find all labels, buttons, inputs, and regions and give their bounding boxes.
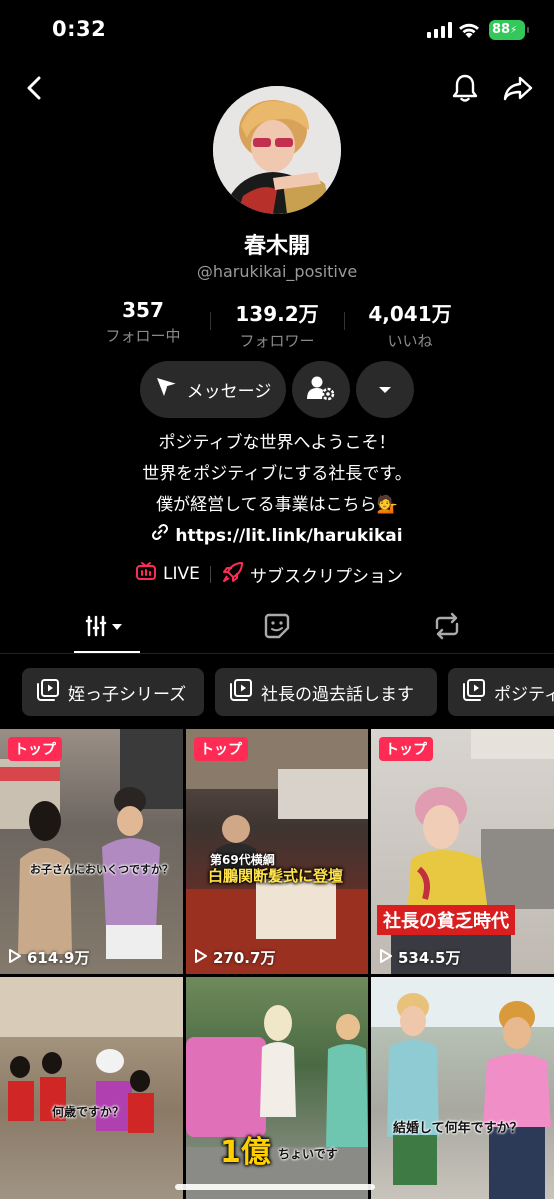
tab-videos[interactable] [74,602,140,654]
profile-handle: @harukikai_positive [196,262,358,281]
sticker-icon [263,612,291,644]
view-count: 270.7万 [194,947,275,968]
bio-line: ポジティブな世界へようこそ！ [158,433,396,453]
subscription-label: サブスクリプション [250,567,403,587]
status-time: 0:32 [52,17,107,41]
top-badge: トップ [379,737,433,761]
thumbnail-image [371,977,554,1199]
likes-stat[interactable]: 4,041万 いいね [362,298,458,351]
view-count: 534.5万 [379,947,460,968]
video-thumbnail[interactable]: 何歳ですか？ [0,977,183,1199]
following-count: 357 [122,298,164,322]
back-icon[interactable] [16,70,52,106]
wifi-icon [457,20,481,40]
extras-divider [210,566,211,583]
battery-level: 88 [492,22,511,37]
video-caption: お子さんにおいくつですか？ [30,863,173,876]
home-indicator [175,1184,375,1190]
bio-link[interactable]: https://lit.link/harukikai [151,521,403,552]
followers-count: 139.2万 [235,302,319,326]
top-badge: トップ [8,737,62,761]
profile-extras: LIVE サブスクリプション [0,561,554,587]
profile-name: 春木開 [243,234,310,259]
tabs-divider [0,653,554,654]
view-count-text: 534.5万 [398,949,461,967]
tab-reposts[interactable] [414,602,480,654]
subscription-button[interactable]: サブスクリプション [222,561,403,588]
view-count-text: 614.9万 [27,949,90,967]
playlist-chip[interactable]: 社長の過去話します [215,668,437,716]
bio-line: 僕が経営してる事業はこちら💁 [156,495,398,515]
tv-icon [135,561,157,586]
top-badge: トップ [194,737,248,761]
video-grid: トップ お子さんにおいくつですか？ 614.9万 トップ 第69代横綱 白鵬関断… [0,729,554,1199]
video-caption: 白鵬関断髪式に登壇 [208,867,344,885]
following-stat[interactable]: 357 フォロー中 [100,298,186,346]
battery-indicator: 88⚡ [489,20,529,40]
profile-bio: ポジティブな世界へようこそ！ 世界をポジティブにする社長です。 僕が経営してる事… [0,428,554,552]
likes-label: いいね [387,332,433,350]
grid-filter-icon [85,613,129,643]
video-caption: 社長の貧乏時代 [377,905,515,935]
stat-divider [344,312,345,330]
tab-favorites[interactable] [244,602,310,654]
video-caption: 何歳ですか？ [52,1105,125,1119]
followers-label: フォロワー [239,332,315,350]
bell-icon[interactable] [447,70,483,106]
video-thumbnail[interactable]: トップ 社長の貧乏時代 534.5万 [371,729,554,974]
bio-link-text: https://lit.link/harukikai [175,526,403,546]
playlist-chips: 姪っ子シリーズ 社長の過去話します ポジティ [0,668,554,716]
play-icon [379,948,393,968]
bio-line: 世界をポジティブにする社長です。 [142,464,412,484]
playlist-icon [229,678,253,707]
playlist-chip-label: 社長の過去話します [261,684,414,705]
message-button-label: メッセージ [186,382,272,402]
profile-actions: メッセージ [0,361,554,419]
play-icon [8,948,22,968]
avatar[interactable] [213,86,341,214]
likes-count: 4,041万 [368,302,452,326]
thumbnail-image [0,977,183,1133]
content-tabs [0,602,554,654]
cellular-signal-icon [427,22,453,38]
video-thumbnail[interactable]: トップ 第69代横綱 白鵬関断髪式に登壇 270.7万 [186,729,368,974]
followers-stat[interactable]: 139.2万 フォロワー [230,298,324,351]
video-caption: 結婚して何年ですか？ [393,1121,523,1136]
live-label: LIVE [163,563,200,584]
playlist-chip[interactable]: 姪っ子シリーズ [22,668,204,716]
repost-icon [432,612,462,644]
video-caption-big: 1億 [220,1135,271,1170]
playlist-chip-label: ポジティ [494,684,554,705]
video-caption: ちょいです [278,1147,338,1161]
caret-down-icon [377,380,393,399]
send-icon [155,376,179,403]
share-icon[interactable] [500,70,536,106]
message-button[interactable]: メッセージ [140,361,286,418]
play-icon [194,948,208,968]
live-button[interactable]: LIVE [135,561,200,586]
view-count: 614.9万 [8,947,89,968]
video-thumbnail[interactable]: 結婚して何年ですか？ [371,977,554,1199]
playlist-chip[interactable]: ポジティ [448,668,554,716]
follow-settings-button[interactable] [292,361,350,418]
rocket-icon [222,561,244,588]
thumbnail-image [391,729,554,974]
following-label: フォロー中 [105,327,181,345]
user-gear-icon [306,375,336,405]
thumbnail-image [186,1005,368,1199]
playlist-icon [36,678,60,707]
profile-stats: 357 フォロー中 139.2万 フォロワー 4,041万 いいね [0,298,554,351]
video-thumbnail[interactable]: 1億 ちょいです [186,977,368,1199]
more-dropdown-button[interactable] [356,361,414,418]
video-thumbnail[interactable]: トップ お子さんにおいくつですか？ 614.9万 [0,729,183,974]
link-icon [151,521,169,552]
playlist-icon [462,678,486,707]
status-bar: 0:32 88⚡ [0,0,554,60]
stat-divider [210,312,211,330]
playlist-chip-label: 姪っ子シリーズ [68,684,187,705]
view-count-text: 270.7万 [213,949,276,967]
thumbnail-image [0,729,183,959]
